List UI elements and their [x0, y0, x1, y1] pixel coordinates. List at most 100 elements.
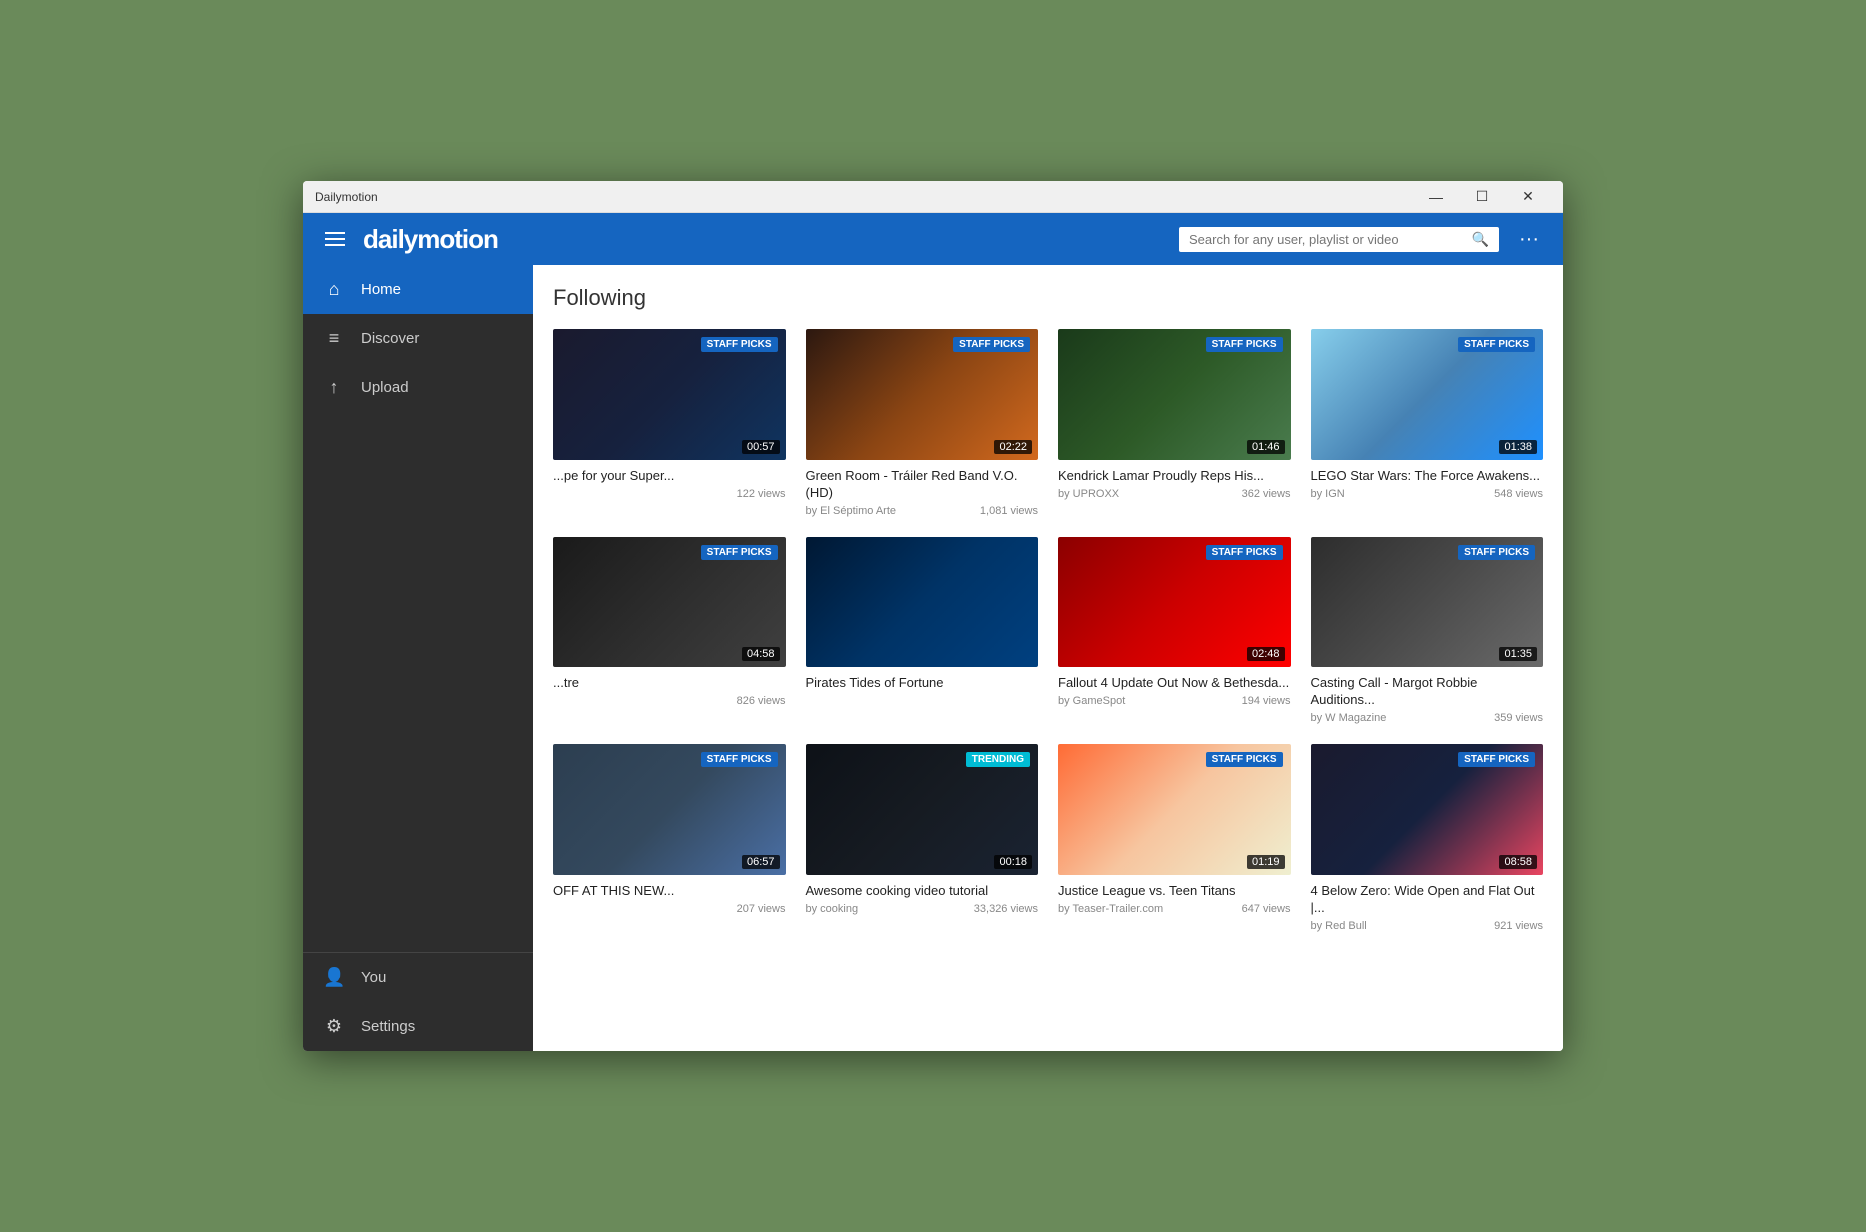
video-title: 4 Below Zero: Wide Open and Flat Out |..…: [1311, 883, 1544, 917]
video-views: 647 views: [1242, 903, 1291, 915]
video-meta: by El Séptimo Arte 1,081 views: [806, 505, 1039, 517]
video-duration: 06:57: [742, 855, 780, 869]
minimize-button[interactable]: —: [1413, 181, 1459, 213]
search-icon: 🔍: [1472, 231, 1489, 248]
video-meta: by IGN 548 views: [1311, 488, 1544, 500]
video-title: ...tre: [553, 675, 786, 692]
video-duration: 00:57: [742, 440, 780, 454]
home-icon: ⌂: [323, 279, 345, 300]
video-meta: by Red Bull 921 views: [1311, 920, 1544, 932]
video-card[interactable]: STAFF PICKS 02:48 Fallout 4 Update Out N…: [1058, 537, 1291, 725]
video-duration: 01:38: [1499, 440, 1537, 454]
video-views: 921 views: [1494, 920, 1543, 932]
video-thumbnail: STAFF PICKS 01:19: [1058, 744, 1291, 875]
video-author: by Teaser-Trailer.com: [1058, 903, 1163, 915]
sidebar-item-discover[interactable]: ≡ Discover: [303, 314, 533, 363]
main-layout: ⌂ Home ≡ Discover ↑ Upload 👤 You ⚙ Setti…: [303, 265, 1563, 1051]
discover-icon: ≡: [323, 328, 345, 349]
video-duration: 02:48: [1247, 647, 1285, 661]
hamburger-line: [325, 244, 345, 246]
settings-icon: ⚙: [323, 1016, 345, 1037]
video-card[interactable]: STAFF PICKS 06:57 OFF AT THIS NEW... 207…: [553, 744, 786, 932]
video-grid: STAFF PICKS 00:57 ...pe for your Super..…: [553, 329, 1543, 932]
video-badge: STAFF PICKS: [1206, 545, 1283, 560]
video-card[interactable]: STAFF PICKS 00:57 ...pe for your Super..…: [553, 329, 786, 517]
video-views: 548 views: [1494, 488, 1543, 500]
video-card[interactable]: STAFF PICKS 01:35 Casting Call - Margot …: [1311, 537, 1544, 725]
video-title: Kendrick Lamar Proudly Reps His...: [1058, 468, 1291, 485]
video-meta: by W Magazine 359 views: [1311, 712, 1544, 724]
video-card[interactable]: STAFF PICKS 02:22 Green Room - Tráiler R…: [806, 329, 1039, 517]
video-badge: STAFF PICKS: [953, 337, 1030, 352]
video-meta: 207 views: [553, 903, 786, 915]
video-title: ...pe for your Super...: [553, 468, 786, 485]
sidebar-item-settings[interactable]: ⚙ Settings: [303, 1002, 533, 1051]
hamburger-button[interactable]: [319, 226, 351, 252]
video-author: by UPROXX: [1058, 488, 1119, 500]
title-bar: Dailymotion — ☐ ✕: [303, 181, 1563, 213]
video-duration: 04:58: [742, 647, 780, 661]
sidebar-bottom: 👤 You ⚙ Settings: [303, 952, 533, 1051]
video-title: Green Room - Tráiler Red Band V.O. (HD): [806, 468, 1039, 502]
thumb-content: [806, 537, 1039, 668]
video-meta: by Teaser-Trailer.com 647 views: [1058, 903, 1291, 915]
video-badge: STAFF PICKS: [701, 337, 778, 352]
sidebar-spacer: [303, 412, 533, 952]
video-card[interactable]: STAFF PICKS 01:19 Justice League vs. Tee…: [1058, 744, 1291, 932]
logo: dailymotion: [363, 224, 1167, 255]
video-views: 826 views: [737, 695, 786, 707]
video-badge: STAFF PICKS: [701, 545, 778, 560]
video-card[interactable]: Pirates Tides of Fortune: [806, 537, 1039, 725]
video-card[interactable]: STAFF PICKS 01:38 LEGO Star Wars: The Fo…: [1311, 329, 1544, 517]
video-author: by GameSpot: [1058, 695, 1125, 707]
upload-icon: ↑: [323, 377, 345, 398]
video-badge: TRENDING: [966, 752, 1030, 767]
video-thumbnail: STAFF PICKS 01:35: [1311, 537, 1544, 668]
sidebar-item-you[interactable]: 👤 You: [303, 953, 533, 1002]
sidebar-label-settings: Settings: [361, 1018, 415, 1035]
hamburger-line: [325, 238, 345, 240]
video-title: LEGO Star Wars: The Force Awakens...: [1311, 468, 1544, 485]
video-title: OFF AT THIS NEW...: [553, 883, 786, 900]
sidebar-label-you: You: [361, 969, 386, 986]
video-author: by Red Bull: [1311, 920, 1367, 932]
video-title: Casting Call - Margot Robbie Auditions..…: [1311, 675, 1544, 709]
video-duration: 01:35: [1499, 647, 1537, 661]
video-thumbnail: STAFF PICKS 00:57: [553, 329, 786, 460]
sidebar-label-discover: Discover: [361, 330, 419, 347]
video-title: Fallout 4 Update Out Now & Bethesda...: [1058, 675, 1291, 692]
video-badge: STAFF PICKS: [1206, 752, 1283, 767]
video-views: 207 views: [737, 903, 786, 915]
page-title: Following: [553, 285, 1543, 311]
video-author: by IGN: [1311, 488, 1345, 500]
video-thumbnail: STAFF PICKS 08:58: [1311, 744, 1544, 875]
video-card[interactable]: STAFF PICKS 08:58 4 Below Zero: Wide Ope…: [1311, 744, 1544, 932]
content-area: Following STAFF PICKS 00:57 ...pe for yo…: [533, 265, 1563, 1051]
maximize-button[interactable]: ☐: [1459, 181, 1505, 213]
sidebar-item-home[interactable]: ⌂ Home: [303, 265, 533, 314]
video-card[interactable]: STAFF PICKS 01:46 Kendrick Lamar Proudly…: [1058, 329, 1291, 517]
search-input[interactable]: [1189, 232, 1464, 247]
video-card[interactable]: STAFF PICKS 04:58 ...tre 826 views: [553, 537, 786, 725]
video-meta: by GameSpot 194 views: [1058, 695, 1291, 707]
video-duration: 00:18: [994, 855, 1032, 869]
video-badge: STAFF PICKS: [1206, 337, 1283, 352]
sidebar-label-home: Home: [361, 281, 401, 298]
user-icon: 👤: [323, 967, 345, 988]
video-card[interactable]: TRENDING 00:18 Awesome cooking video tut…: [806, 744, 1039, 932]
video-thumbnail: STAFF PICKS 01:46: [1058, 329, 1291, 460]
video-thumbnail: STAFF PICKS 01:38: [1311, 329, 1544, 460]
close-button[interactable]: ✕: [1505, 181, 1551, 213]
video-views: 362 views: [1242, 488, 1291, 500]
video-thumbnail: STAFF PICKS 06:57: [553, 744, 786, 875]
video-meta: 826 views: [553, 695, 786, 707]
video-thumbnail: STAFF PICKS 02:22: [806, 329, 1039, 460]
sidebar-item-upload[interactable]: ↑ Upload: [303, 363, 533, 412]
video-views: 194 views: [1242, 695, 1291, 707]
video-author: by El Séptimo Arte: [806, 505, 897, 517]
more-button[interactable]: ···: [1511, 224, 1547, 255]
sidebar-label-upload: Upload: [361, 379, 409, 396]
video-thumbnail: STAFF PICKS 02:48: [1058, 537, 1291, 668]
video-meta: by cooking 33,326 views: [806, 903, 1039, 915]
video-author: by W Magazine: [1311, 712, 1387, 724]
